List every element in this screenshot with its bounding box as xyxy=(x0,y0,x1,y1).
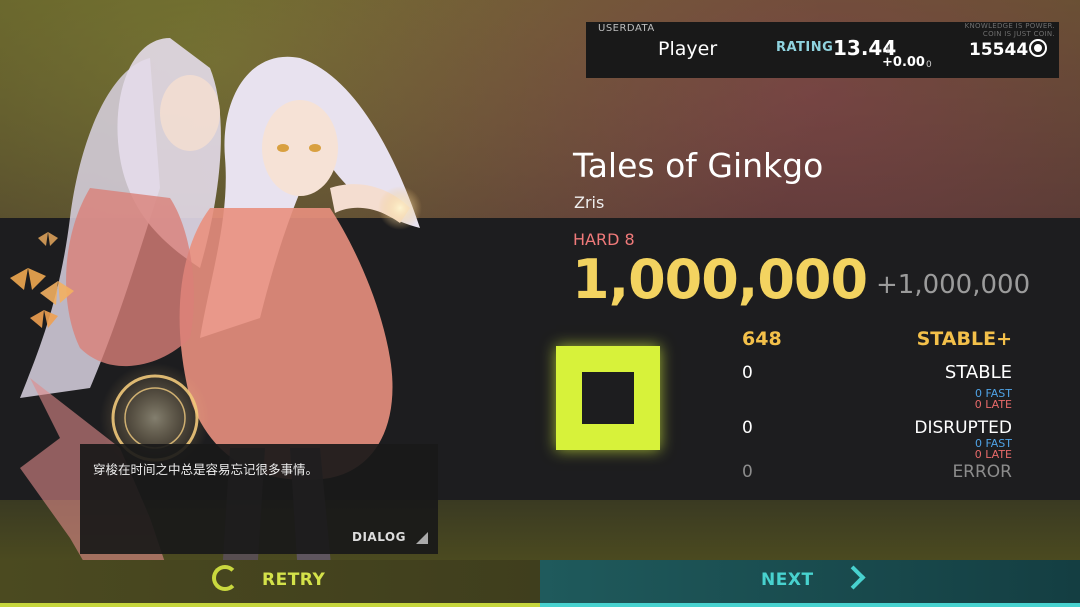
dialog-corner-icon[interactable] xyxy=(416,532,428,544)
stable-plus-count: 648 xyxy=(742,328,782,350)
coin-count: 15544 xyxy=(969,40,1029,60)
tagline-line-2: COIN IS JUST COIN. xyxy=(982,30,1055,38)
song-artist: Zris xyxy=(574,193,605,212)
disrupted-count: 0 xyxy=(742,418,753,438)
retry-label[interactable]: RETRY xyxy=(262,570,325,590)
userdata-label: USERDATA xyxy=(598,23,655,34)
stable-label: STABLE xyxy=(944,362,1012,383)
dialog-text: 穿梭在时间之中总是容易忘记很多事情。 xyxy=(93,462,319,477)
tagline: KNOWLEDGE IS POWER. COIN IS JUST COIN. xyxy=(965,22,1055,38)
footer-glow-line xyxy=(0,603,1080,607)
grade-icon xyxy=(556,346,660,450)
rating-delta-sub: 0 xyxy=(926,60,932,70)
error-count: 0 xyxy=(742,462,753,482)
retry-icon[interactable] xyxy=(212,565,238,591)
disrupted-late: 0 LATE xyxy=(974,448,1012,461)
dialog-box: 穿梭在时间之中总是容易忘记很多事情。 DIALOG xyxy=(80,444,438,554)
tagline-line-1: KNOWLEDGE IS POWER. xyxy=(964,22,1055,30)
score-value: 1,000,000 xyxy=(572,248,868,311)
userdata-panel: USERDATA Player RATING 13.44 1 +0.00 0 K… xyxy=(586,22,1059,78)
difficulty-label: HARD 8 xyxy=(573,230,635,249)
next-label[interactable]: NEXT xyxy=(761,570,814,590)
song-title: Tales of Ginkgo xyxy=(573,146,824,185)
grade-inner-square xyxy=(582,372,634,424)
rating-label: RATING xyxy=(776,40,834,55)
stable-plus-label: STABLE+ xyxy=(916,328,1012,350)
error-label: ERROR xyxy=(952,462,1012,482)
dialog-button[interactable]: DIALOG xyxy=(352,530,406,544)
coin-icon xyxy=(1029,39,1047,57)
stable-late: 0 LATE xyxy=(974,398,1012,411)
stable-count: 0 xyxy=(742,363,753,383)
score-delta: +1,000,000 xyxy=(876,270,1031,300)
player-name: Player xyxy=(658,38,718,60)
disrupted-label: DISRUPTED xyxy=(914,418,1012,438)
rating-delta: +0.00 xyxy=(882,55,925,70)
